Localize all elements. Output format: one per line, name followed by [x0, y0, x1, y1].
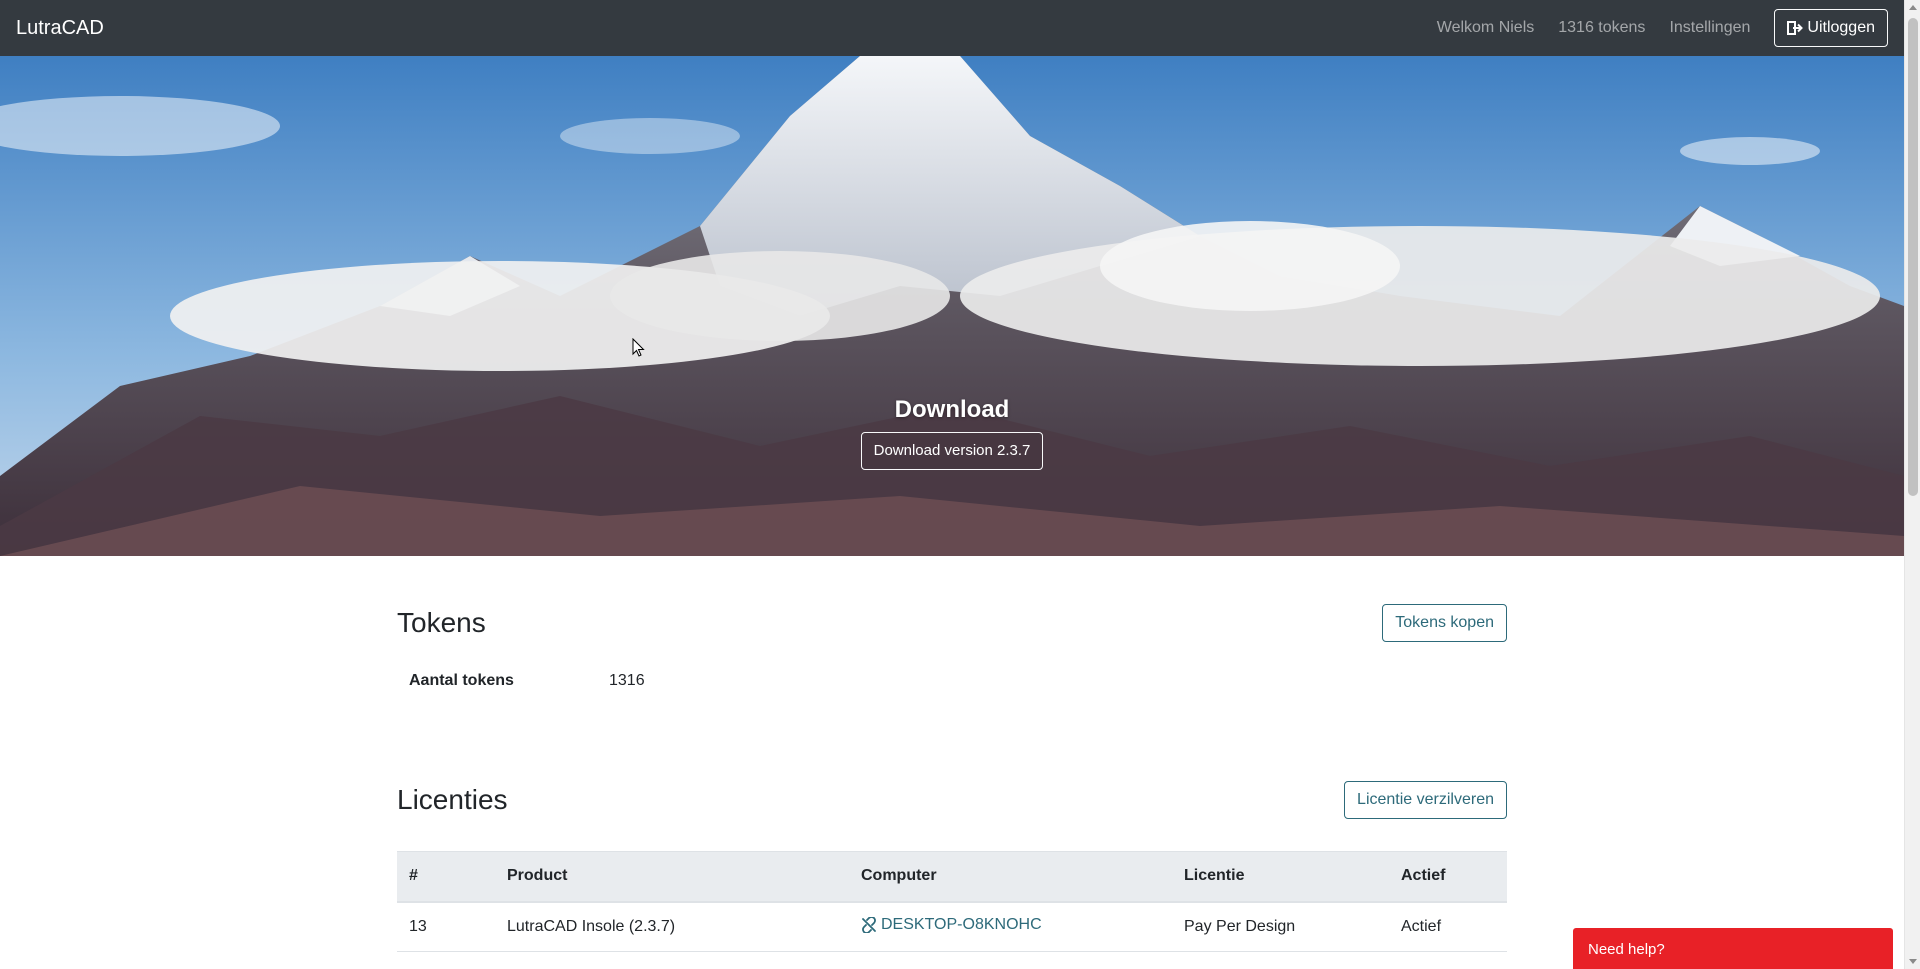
mouse-cursor-icon [632, 338, 645, 357]
tokens-title: Tokens [397, 607, 486, 638]
settings-link[interactable]: Instellingen [1669, 19, 1750, 37]
column-header-product: Product [495, 851, 849, 903]
need-help-widget[interactable]: Need help? [1573, 928, 1893, 969]
licenses-title: Licenties [397, 784, 508, 815]
tokens-link[interactable]: 1316 tokens [1558, 19, 1645, 37]
sign-out-icon [1787, 21, 1804, 35]
cell-license: Pay Per Design [1172, 901, 1389, 952]
hero-title: Download [894, 396, 1010, 423]
mountain-image [0, 56, 1904, 556]
scroll-up-icon[interactable] [1909, 5, 1917, 10]
table-row: 13 LutraCAD Insole (2.3.7) DESKTOP-O8KNO… [397, 901, 1507, 952]
cell-id: 13 [397, 901, 495, 952]
hero-banner: Download Download version 2.3.7 [0, 56, 1904, 556]
brand-logo[interactable]: LutraCAD [16, 17, 104, 40]
table-header-row: # Product Computer Licentie Actief [397, 851, 1507, 903]
column-header-active: Actief [1389, 851, 1507, 903]
hero-content: Download Download version 2.3.7 [0, 396, 1904, 470]
column-header-license: Licentie [1172, 851, 1389, 903]
cell-active: Actief [1389, 901, 1507, 952]
logout-button[interactable]: Uitloggen [1774, 9, 1888, 47]
redeem-license-button[interactable]: Licentie verzilveren [1344, 781, 1507, 819]
cell-computer: DESKTOP-O8KNOHC [849, 901, 1172, 952]
computer-link[interactable]: DESKTOP-O8KNOHC [861, 916, 1042, 934]
page-scrollbar[interactable] [1904, 0, 1920, 969]
tokens-row: Aantal tokens 1316 [397, 672, 1507, 690]
tokens-section: Tokens Tokens kopen Aantal tokens 1316 [397, 604, 1507, 690]
licenses-table: # Product Computer Licentie Actief 13 Lu… [397, 851, 1507, 952]
unlink-icon [862, 916, 876, 933]
download-button[interactable]: Download version 2.3.7 [860, 432, 1044, 470]
computer-name: DESKTOP-O8KNOHC [881, 915, 1042, 933]
scroll-down-icon[interactable] [1909, 959, 1917, 964]
buy-tokens-button[interactable]: Tokens kopen [1382, 604, 1507, 642]
scrollbar-thumb[interactable] [1908, 18, 1918, 496]
welcome-link[interactable]: Welkom Niels [1437, 19, 1535, 37]
tokens-header: Tokens Tokens kopen [397, 604, 1507, 642]
logout-label: Uitloggen [1807, 19, 1875, 36]
cell-product: LutraCAD Insole (2.3.7) [495, 901, 849, 952]
navbar: LutraCAD Welkom Niels 1316 tokens Instel… [0, 0, 1904, 56]
tokens-label: Aantal tokens [409, 672, 514, 689]
licenses-section: Licenties Licentie verzilveren # Product… [397, 781, 1507, 952]
column-header-id: # [397, 851, 495, 903]
tokens-value: 1316 [609, 672, 645, 689]
licenses-header: Licenties Licentie verzilveren [397, 781, 1507, 819]
column-header-computer: Computer [849, 851, 1172, 903]
nav-right: Welkom Niels 1316 tokens Instellingen Ui… [1413, 9, 1888, 47]
